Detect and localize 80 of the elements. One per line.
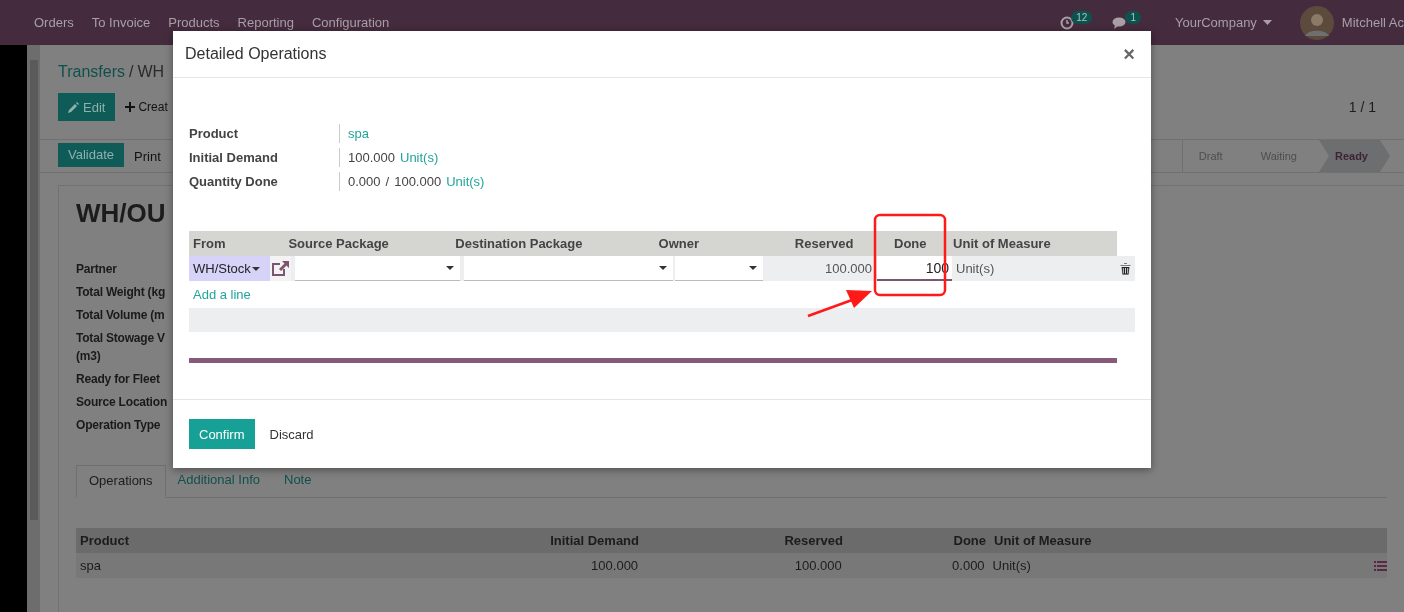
- field-label: Total Stowage V (m3): [76, 330, 165, 365]
- separator: /: [385, 173, 390, 191]
- list-icon[interactable]: [1374, 560, 1387, 571]
- scrollbar[interactable]: [27, 45, 40, 612]
- product-link[interactable]: spa: [348, 124, 369, 143]
- menu-item[interactable]: Orders: [34, 15, 74, 30]
- message-count: 1: [1125, 11, 1141, 24]
- confirm-button[interactable]: Confirm: [189, 419, 255, 449]
- user-name[interactable]: Mitchell Ac: [1341, 15, 1404, 30]
- external-link-icon[interactable]: [270, 260, 290, 277]
- edit-button[interactable]: Edit: [58, 93, 116, 121]
- column-header[interactable]: Destination Package: [451, 236, 655, 251]
- activity-count: 12: [1071, 11, 1093, 24]
- unit-link[interactable]: Unit(s): [446, 172, 485, 191]
- pencil-icon: [68, 101, 79, 113]
- pager: 1 / 1: [1348, 99, 1376, 115]
- action-button[interactable]: Validate: [58, 142, 124, 167]
- table-cell-text: 100.000: [824, 260, 873, 278]
- status-step[interactable]: Ready: [1318, 140, 1390, 172]
- owner-field[interactable]: [675, 256, 763, 281]
- caret-icon: [1262, 20, 1272, 25]
- breadcrumb-current: WH: [137, 63, 165, 81]
- discard-button[interactable]: Discard: [262, 426, 321, 442]
- field-value: 100.000: [394, 173, 442, 191]
- field-label: Quantity Done: [189, 173, 279, 191]
- table-cell-text: Unit(s): [955, 260, 996, 278]
- table-cell-text: 100.000: [590, 558, 640, 573]
- unit-link[interactable]: Unit(s): [400, 148, 439, 167]
- column-header[interactable]: Product: [76, 533, 414, 548]
- table-row[interactable]: spa 100.000 100.000 0.000 Unit(s): [76, 553, 1387, 578]
- close-button[interactable]: ×: [1119, 42, 1139, 66]
- table-cell-text: 100.000: [793, 558, 843, 573]
- column-header[interactable]: From: [189, 236, 285, 251]
- record-title: WH/OU: [76, 198, 166, 230]
- menu-item[interactable]: Reporting: [237, 15, 294, 30]
- column-header[interactable]: Unit of Measure: [990, 533, 1368, 548]
- clock-icon[interactable]: [1060, 15, 1075, 30]
- column-header[interactable]: Unit of Measure: [949, 236, 1117, 251]
- column-header[interactable]: Reserved: [742, 236, 872, 251]
- field-label: Source Location: [76, 394, 167, 411]
- action-button[interactable]: Print: [130, 142, 165, 170]
- table-cell-text: spa: [79, 558, 102, 573]
- field-label: Total Weight (kg: [76, 284, 165, 301]
- source-package-field[interactable]: [295, 256, 461, 281]
- column-header[interactable]: Source Package: [284, 236, 452, 251]
- arrow: [807, 290, 872, 318]
- column-header[interactable]: Initial Demand: [414, 533, 651, 548]
- field-value: 0.000: [348, 173, 381, 191]
- create-button[interactable]: Creat: [125, 94, 168, 120]
- field-label: Total Volume (m: [76, 307, 165, 324]
- column-header[interactable]: Reserved: [651, 533, 855, 548]
- field-value: 100.000: [348, 149, 395, 167]
- location-field[interactable]: WH/Stock: [189, 256, 270, 281]
- field-label: Operation Type: [76, 417, 161, 434]
- caret-icon: [659, 266, 668, 270]
- avatar[interactable]: [1299, 5, 1334, 40]
- table-cell-text: Unit(s): [991, 558, 1032, 573]
- field-label: Ready for Fleet: [76, 371, 160, 388]
- table-cell-text: 0.000: [951, 558, 986, 573]
- caret-icon: [251, 266, 260, 271]
- field-label: Partner: [76, 261, 117, 278]
- field-label: Product: [189, 125, 240, 143]
- column-header[interactable]: Owner: [654, 236, 743, 251]
- menu-item[interactable]: Configuration: [311, 15, 390, 30]
- tab[interactable]: Operations: [76, 465, 166, 498]
- breadcrumb-separator: /: [129, 63, 134, 81]
- plus-icon: [125, 102, 136, 112]
- menu-item[interactable]: To Invoice: [91, 15, 151, 30]
- column-header[interactable]: Done: [871, 236, 950, 251]
- company-menu[interactable]: YourCompany: [1174, 15, 1257, 30]
- field-label: Initial Demand: [189, 149, 279, 167]
- dialog-title: Detailed Operations: [185, 45, 327, 63]
- menu-item[interactable]: Products: [168, 15, 220, 30]
- tab[interactable]: Additional Info: [165, 465, 272, 497]
- column-header[interactable]: Done: [855, 533, 990, 548]
- add-line-link[interactable]: Add a line: [193, 287, 251, 302]
- destination-package-field[interactable]: [464, 256, 674, 281]
- caret-icon: [446, 266, 455, 270]
- caret-icon: [748, 266, 757, 270]
- trash-icon[interactable]: [1120, 262, 1131, 275]
